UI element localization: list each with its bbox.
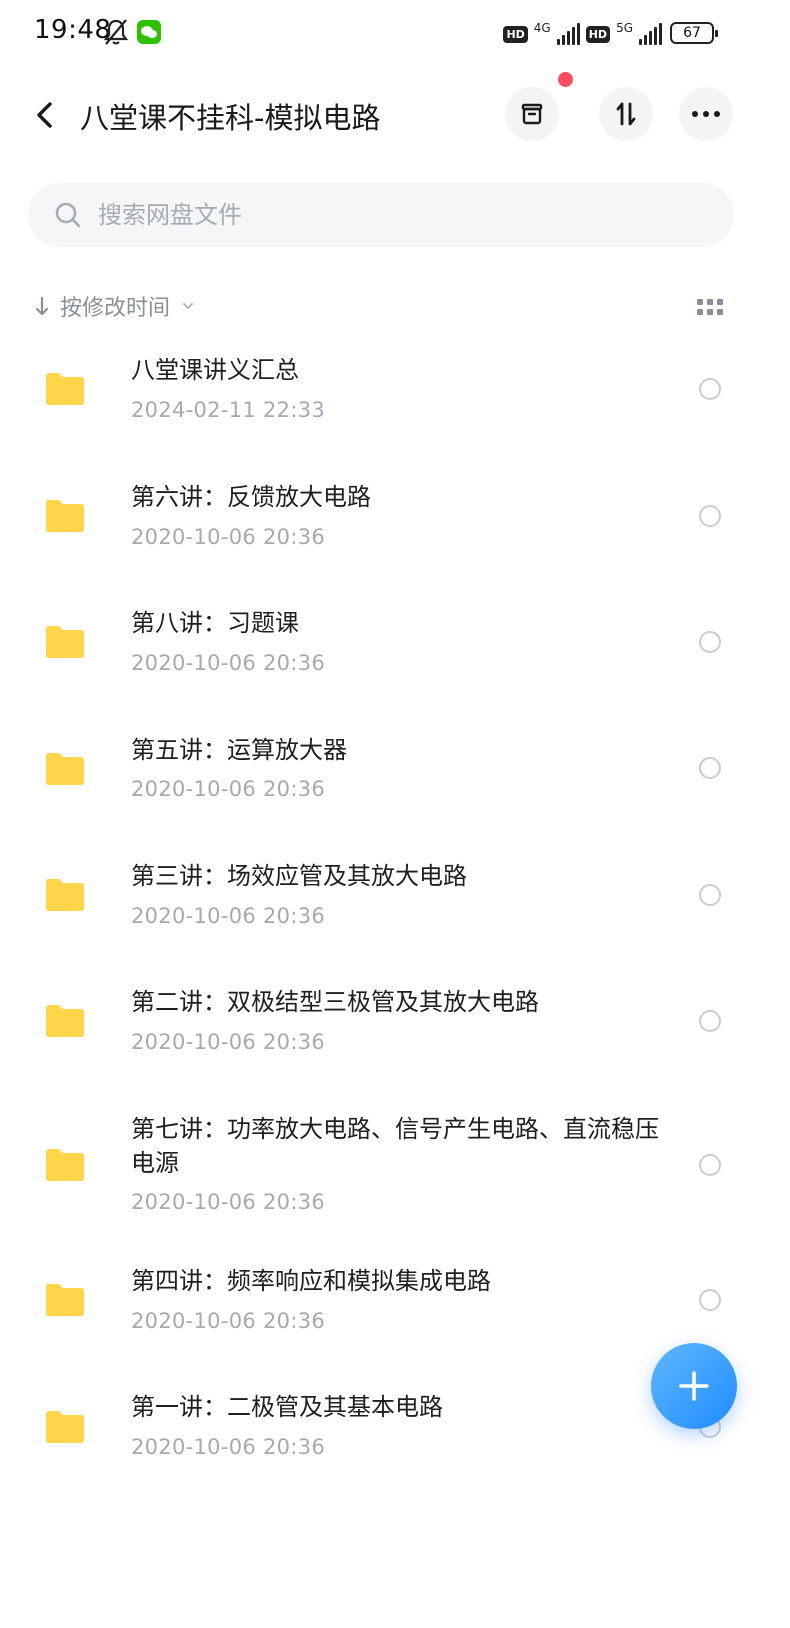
folder-icon bbox=[46, 626, 84, 658]
status-bar: 19:48 HD 4G HD 5G 67 bbox=[0, 0, 790, 66]
grid-view-icon[interactable] bbox=[697, 299, 723, 316]
select-radio[interactable] bbox=[699, 1154, 721, 1176]
folder-icon bbox=[46, 500, 84, 532]
hd-badge-1: HD bbox=[503, 25, 528, 43]
file-time: 2020-10-06 20:36 bbox=[131, 1309, 326, 1333]
file-name: 第五讲：运算放大器 bbox=[131, 736, 347, 764]
file-time: 2020-10-06 20:36 bbox=[131, 651, 326, 675]
folder-icon bbox=[46, 373, 84, 405]
more-button[interactable] bbox=[679, 87, 733, 141]
bell-muted-icon bbox=[103, 19, 129, 45]
folder-icon bbox=[46, 1149, 84, 1181]
folder-icon bbox=[46, 753, 84, 785]
more-icon bbox=[692, 111, 720, 117]
file-time: 2020-10-06 20:36 bbox=[131, 1030, 326, 1054]
file-name: 第二讲：双极结型三极管及其放大电路 bbox=[131, 988, 539, 1016]
app-header: 八堂课不挂科-模拟电路 bbox=[0, 78, 790, 152]
status-time: 19:48 bbox=[34, 15, 112, 45]
folder-icon bbox=[46, 1284, 84, 1316]
file-time: 2020-10-06 20:36 bbox=[131, 1190, 326, 1214]
arrow-down-icon bbox=[35, 296, 49, 316]
folder-icon bbox=[46, 1411, 84, 1443]
folder-icon bbox=[46, 879, 84, 911]
sort-label: 按修改时间 bbox=[60, 296, 171, 321]
sort-arrows-icon bbox=[616, 102, 636, 126]
file-name: 第三讲：场效应管及其放大电路 bbox=[131, 862, 467, 890]
file-time: 2020-10-06 20:36 bbox=[131, 777, 326, 801]
transfer-button[interactable] bbox=[599, 87, 653, 141]
file-time: 2020-10-06 20:36 bbox=[131, 904, 326, 928]
network-5g: 5G bbox=[616, 21, 633, 35]
sort-selector[interactable]: 按修改时间 bbox=[34, 286, 196, 326]
search-icon bbox=[55, 202, 81, 228]
search-bar[interactable] bbox=[28, 183, 734, 247]
search-input[interactable] bbox=[98, 195, 698, 235]
file-name: 八堂课讲义汇总 bbox=[131, 356, 299, 384]
page-title: 八堂课不挂科-模拟电路 bbox=[80, 101, 381, 135]
add-button[interactable] bbox=[651, 1343, 737, 1429]
select-radio[interactable] bbox=[699, 1289, 721, 1311]
select-radio[interactable] bbox=[699, 631, 721, 653]
file-name: 第一讲：二极管及其基本电路 bbox=[131, 1393, 443, 1421]
battery-indicator: 67 bbox=[670, 22, 718, 44]
select-radio[interactable] bbox=[699, 884, 721, 906]
file-time: 2024-02-11 22:33 bbox=[131, 398, 326, 422]
notification-dot bbox=[558, 72, 573, 87]
plus-icon bbox=[679, 1371, 709, 1401]
chevron-down-icon bbox=[183, 303, 194, 309]
folder-icon bbox=[46, 1005, 84, 1037]
select-radio[interactable] bbox=[699, 378, 721, 400]
select-radio[interactable] bbox=[699, 505, 721, 527]
chevron-left-icon[interactable] bbox=[28, 96, 62, 134]
file-name: 第六讲：反馈放大电路 bbox=[131, 483, 371, 511]
file-name: 第四讲：频率响应和模拟集成电路 bbox=[131, 1267, 491, 1295]
file-time: 2020-10-06 20:36 bbox=[131, 1435, 326, 1459]
signal-bars-icon bbox=[639, 23, 662, 45]
netdisk-folder-page: 19:48 HD 4G HD 5G 67 八堂课不挂科-模拟电路 搜索网盘文件 … bbox=[0, 0, 790, 1628]
network-4g: 4G bbox=[533, 21, 551, 35]
archive-button[interactable] bbox=[505, 87, 559, 141]
select-radio[interactable] bbox=[699, 1010, 721, 1032]
select-radio[interactable] bbox=[699, 757, 721, 779]
wechat-icon bbox=[137, 20, 161, 44]
hd-badge-2: HD bbox=[585, 25, 611, 43]
file-time: 2020-10-06 20:36 bbox=[131, 525, 326, 549]
file-name: 第八讲：习题课 bbox=[131, 609, 299, 637]
signal-bars-icon bbox=[556, 23, 580, 45]
file-name: 第七讲：功率放大电路、信号产生电路、直流稳压电源 bbox=[131, 1115, 659, 1177]
archive-icon bbox=[521, 103, 543, 125]
